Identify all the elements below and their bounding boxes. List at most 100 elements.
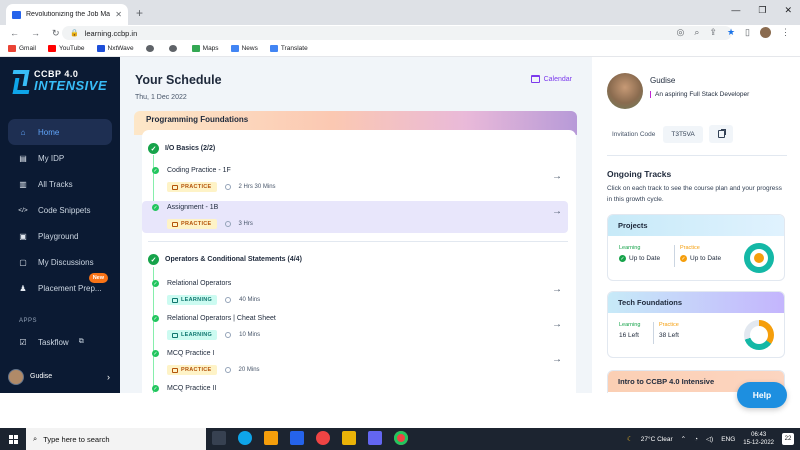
arrow-right-icon[interactable]: → (552, 171, 562, 182)
side-panel-icon[interactable]: ▯ (745, 27, 750, 38)
practice-tag: PRACTICE (167, 219, 217, 229)
schedule-item[interactable]: ✓ Relational Operators → LEARNING 40 Mins (142, 280, 568, 310)
new-tab-button[interactable]: + (136, 6, 143, 20)
arrow-right-icon[interactable]: → (552, 389, 562, 393)
file-explorer-icon[interactable] (342, 431, 356, 445)
maximize-icon[interactable]: ❐ (758, 5, 766, 16)
browser-tab-strip: Revolutionizing the Job Market | ... ✕ +… (0, 0, 800, 25)
close-tab-icon[interactable]: ✕ (115, 10, 122, 19)
bookmark-item[interactable]: YouTube (47, 45, 85, 52)
section-complete-icon: ✓ (148, 143, 159, 154)
url-field[interactable]: 🔒 learning.ccbp.in (62, 26, 732, 40)
schedule-item[interactable]: ✓ Assignment - 1B → PRACTICE 3 Hrs (142, 201, 568, 233)
bookmark-icon (145, 45, 154, 52)
bookmark-item[interactable]: Gmail (8, 45, 36, 52)
item-duration: 2 Hrs 30 Mins (238, 184, 276, 190)
learning-stat: Learning ✓ Up to Date (619, 245, 660, 262)
calendar-link[interactable]: Calendar (530, 75, 572, 83)
section-header[interactable]: ✓ Operators & Conditional Statements (4/… (148, 254, 302, 265)
schedule-item[interactable]: ✓ MCQ Practice II → (142, 385, 568, 393)
browser-tab[interactable]: Revolutionizing the Job Market | ... ✕ (6, 4, 128, 25)
sidebar-item-code-snippets[interactable]: </> Code Snippets (8, 197, 112, 223)
clock[interactable]: 06:43 15-12-2022 (743, 431, 774, 447)
item-complete-icon: ✓ (152, 280, 159, 287)
reload-icon[interactable]: ↻ (52, 28, 60, 39)
forward-icon[interactable]: → (31, 28, 40, 39)
help-button[interactable]: Help (737, 382, 787, 408)
notifications-icon[interactable]: 22 (782, 433, 794, 445)
schedule-item[interactable]: ✓ MCQ Practice I → PRACTICE 20 Mins (142, 350, 568, 380)
edge-icon[interactable] (238, 431, 252, 445)
item-title: Coding Practice - 1F (167, 167, 231, 174)
learning-label: Learning (619, 245, 641, 251)
sidebar-item-my-idp[interactable]: ▤ My IDP (8, 145, 112, 171)
lang-indicator[interactable]: ENG (721, 436, 735, 443)
sidebar-item-placement-prep[interactable]: ♟ Placement Prep... New (8, 273, 112, 301)
section-header[interactable]: ✓ I/O Basics (2/2) (148, 143, 215, 154)
sidebar-nav: ⌂ Home ▤ My IDP ▥ All Tracks </> Code Sn… (8, 119, 112, 301)
section-title: I/O Basics (2/2) (165, 145, 216, 152)
sidebar-item-home[interactable]: ⌂ Home (8, 119, 112, 145)
practice-label: Practice (680, 245, 700, 251)
home-icon: ⌂ (20, 127, 26, 137)
browser-profile-avatar[interactable] (760, 27, 771, 38)
windows-start-icon[interactable] (9, 434, 18, 444)
sidebar-item-label: Playground (38, 231, 79, 241)
track-card-tech-foundations[interactable]: Tech Foundations Learning 16 Left Practi… (607, 291, 785, 358)
task-view-icon[interactable] (212, 431, 226, 445)
sidebar-item-label: Placement Prep... (38, 283, 102, 293)
bookmark-item[interactable] (145, 45, 157, 52)
sidebar-user-menu[interactable]: Gudise › (0, 360, 120, 393)
bookmark-item[interactable]: News (230, 45, 258, 52)
learning-label: Learning (619, 322, 641, 328)
arrow-right-icon[interactable]: → (552, 319, 562, 330)
sidebar-item-all-tracks[interactable]: ▥ All Tracks (8, 171, 112, 197)
tag-label: LEARNING (181, 297, 213, 303)
share-icon[interactable]: ⇪ (709, 27, 717, 38)
ongoing-tracks-title: Ongoing Tracks (607, 169, 672, 179)
arrow-right-icon[interactable]: → (552, 284, 562, 295)
back-icon[interactable]: ← (10, 28, 19, 39)
schedule-item[interactable]: ✓ Coding Practice - 1F → PRACTICE 2 Hrs 30… (142, 167, 568, 197)
weather-text[interactable]: 27°C Clear (641, 436, 673, 443)
bookmark-label: Translate (280, 45, 308, 52)
tray-chevron-icon[interactable]: ⌃ (681, 435, 686, 443)
bookmark-item[interactable]: Maps (191, 45, 219, 52)
volume-icon[interactable]: ◁) (706, 435, 713, 443)
sidebar-item-playground[interactable]: ▣ Playground (8, 223, 112, 249)
bookmark-star-icon[interactable]: ★ (727, 27, 735, 38)
section-title: Operators & Conditional Statements (4/4) (165, 256, 302, 263)
arrow-right-icon[interactable]: → (552, 206, 562, 217)
zoom-icon[interactable]: ⌕ (694, 27, 699, 38)
wifi-icon[interactable]: ◔ (694, 436, 698, 443)
code-icon: </> (18, 206, 28, 214)
store-icon[interactable] (264, 431, 278, 445)
sidebar-item-my-discussions[interactable]: ▢ My Discussions (8, 249, 112, 275)
track-card-projects[interactable]: Projects Learning ✓ Up to Date Practice ✓… (607, 214, 785, 281)
track-title: Projects (608, 215, 784, 236)
progress-ring (744, 320, 774, 350)
close-window-icon[interactable]: ✕ (784, 5, 792, 16)
schedule-item[interactable]: ✓ Relational Operators | Cheat Sheet → LE… (142, 315, 568, 345)
profile-panel: Gudise An aspiring Full Stack Developer … (592, 57, 800, 393)
profile-avatar[interactable] (607, 73, 643, 109)
sidebar-item-label: My IDP (38, 153, 65, 163)
app-icon[interactable] (368, 431, 382, 445)
bookmark-item[interactable]: NxtWave (96, 45, 134, 52)
opera-icon[interactable] (316, 431, 330, 445)
copy-code-button[interactable] (709, 125, 733, 143)
sidebar-item-taskflow[interactable]: ☑ Taskflow ⧉ (8, 329, 112, 355)
minimize-icon[interactable]: — (731, 5, 740, 16)
bookmark-item[interactable]: Translate (269, 45, 308, 52)
taskbar-search[interactable]: ⌕ Type here to search (26, 428, 206, 450)
mail-icon[interactable] (290, 431, 304, 445)
google-lens-icon[interactable]: ◎ (677, 27, 685, 38)
arrow-right-icon[interactable]: → (552, 354, 562, 365)
ccbp-logo[interactable]: CCBP 4.0 INTENSIVE (10, 69, 107, 92)
clock-icon (224, 184, 231, 190)
bookmark-item[interactable] (168, 45, 180, 52)
chrome-icon[interactable] (394, 431, 408, 445)
tab-title: Revolutionizing the Job Market | ... (26, 11, 111, 18)
taskflow-icon: ☑ (19, 337, 27, 347)
browser-menu-icon[interactable]: ⋮ (781, 27, 790, 38)
